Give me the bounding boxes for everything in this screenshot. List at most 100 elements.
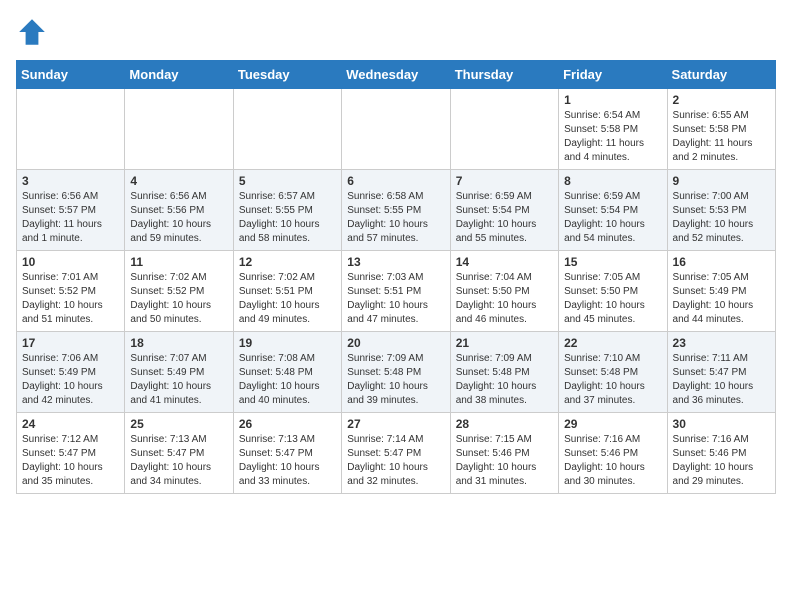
logo (16, 16, 52, 48)
day-number: 8 (564, 174, 661, 188)
day-info: Sunrise: 7:07 AM Sunset: 5:49 PM Dayligh… (130, 352, 227, 408)
day-number: 2 (673, 93, 770, 107)
day-info: Sunrise: 7:16 AM Sunset: 5:46 PM Dayligh… (673, 433, 770, 489)
day-info: Sunrise: 6:57 AM Sunset: 5:55 PM Dayligh… (239, 190, 336, 246)
calendar-body: 1Sunrise: 6:54 AM Sunset: 5:58 PM Daylig… (17, 89, 776, 494)
calendar-cell: 15Sunrise: 7:05 AM Sunset: 5:50 PM Dayli… (559, 251, 667, 332)
day-info: Sunrise: 7:13 AM Sunset: 5:47 PM Dayligh… (239, 433, 336, 489)
calendar-week-0: 1Sunrise: 6:54 AM Sunset: 5:58 PM Daylig… (17, 89, 776, 170)
day-info: Sunrise: 7:05 AM Sunset: 5:49 PM Dayligh… (673, 271, 770, 327)
calendar-cell: 25Sunrise: 7:13 AM Sunset: 5:47 PM Dayli… (125, 413, 233, 494)
calendar-cell: 7 Sunrise: 6:59 AM Sunset: 5:54 PM Daylig… (450, 170, 558, 251)
day-number: 4 (130, 174, 227, 188)
day-info: Sunrise: 7:15 AM Sunset: 5:46 PM Dayligh… (456, 433, 553, 489)
calendar-cell: 6 Sunrise: 6:58 AM Sunset: 5:55 PM Daylig… (342, 170, 450, 251)
day-number: 17 (22, 336, 119, 350)
day-info: Sunrise: 7:02 AM Sunset: 5:52 PM Dayligh… (130, 271, 227, 327)
day-number: 10 (22, 255, 119, 269)
calendar-cell (125, 89, 233, 170)
calendar-cell (450, 89, 558, 170)
day-number: 18 (130, 336, 227, 350)
day-info: Sunrise: 7:01 AM Sunset: 5:52 PM Dayligh… (22, 271, 119, 327)
day-info: Sunrise: 6:58 AM Sunset: 5:55 PM Dayligh… (347, 190, 444, 246)
day-info: Sunrise: 7:09 AM Sunset: 5:48 PM Dayligh… (456, 352, 553, 408)
weekday-saturday: Saturday (667, 61, 775, 89)
weekday-sunday: Sunday (17, 61, 125, 89)
calendar-cell (233, 89, 341, 170)
day-info: Sunrise: 6:59 AM Sunset: 5:54 PM Dayligh… (456, 190, 553, 246)
calendar-cell: 8 Sunrise: 6:59 AM Sunset: 5:54 PM Daylig… (559, 170, 667, 251)
calendar-cell: 27 Sunrise: 7:14 AM Sunset: 5:47 PM Dayli… (342, 413, 450, 494)
calendar-cell: 19Sunrise: 7:08 AM Sunset: 5:48 PM Dayli… (233, 332, 341, 413)
day-number: 19 (239, 336, 336, 350)
day-number: 21 (456, 336, 553, 350)
day-number: 26 (239, 417, 336, 431)
weekday-friday: Friday (559, 61, 667, 89)
day-number: 11 (130, 255, 227, 269)
day-info: Sunrise: 7:13 AM Sunset: 5:47 PM Dayligh… (130, 433, 227, 489)
day-number: 6 (347, 174, 444, 188)
calendar-cell: 5 Sunrise: 6:57 AM Sunset: 5:55 PM Daylig… (233, 170, 341, 251)
calendar-cell: 23 Sunrise: 7:11 AM Sunset: 5:47 PM Dayli… (667, 332, 775, 413)
day-info: Sunrise: 7:12 AM Sunset: 5:47 PM Dayligh… (22, 433, 119, 489)
day-info: Sunrise: 6:54 AM Sunset: 5:58 PM Dayligh… (564, 109, 661, 165)
day-info: Sunrise: 7:10 AM Sunset: 5:48 PM Dayligh… (564, 352, 661, 408)
calendar-cell: 26 Sunrise: 7:13 AM Sunset: 5:47 PM Dayli… (233, 413, 341, 494)
calendar-cell: 9Sunrise: 7:00 AM Sunset: 5:53 PM Daylig… (667, 170, 775, 251)
calendar-cell (17, 89, 125, 170)
calendar-cell: 28 Sunrise: 7:15 AM Sunset: 5:46 PM Dayli… (450, 413, 558, 494)
weekday-header-row: SundayMondayTuesdayWednesdayThursdayFrid… (17, 61, 776, 89)
day-number: 24 (22, 417, 119, 431)
day-info: Sunrise: 7:11 AM Sunset: 5:47 PM Dayligh… (673, 352, 770, 408)
day-number: 3 (22, 174, 119, 188)
calendar-cell: 14Sunrise: 7:04 AM Sunset: 5:50 PM Dayli… (450, 251, 558, 332)
calendar: SundayMondayTuesdayWednesdayThursdayFrid… (16, 60, 776, 494)
calendar-cell: 11 Sunrise: 7:02 AM Sunset: 5:52 PM Dayli… (125, 251, 233, 332)
day-info: Sunrise: 6:56 AM Sunset: 5:56 PM Dayligh… (130, 190, 227, 246)
weekday-monday: Monday (125, 61, 233, 89)
calendar-cell: 4 Sunrise: 6:56 AM Sunset: 5:56 PM Daylig… (125, 170, 233, 251)
day-info: Sunrise: 7:09 AM Sunset: 5:48 PM Dayligh… (347, 352, 444, 408)
day-info: Sunrise: 7:00 AM Sunset: 5:53 PM Dayligh… (673, 190, 770, 246)
day-number: 27 (347, 417, 444, 431)
day-number: 13 (347, 255, 444, 269)
weekday-wednesday: Wednesday (342, 61, 450, 89)
weekday-thursday: Thursday (450, 61, 558, 89)
day-info: Sunrise: 6:55 AM Sunset: 5:58 PM Dayligh… (673, 109, 770, 165)
calendar-cell: 18 Sunrise: 7:07 AM Sunset: 5:49 PM Dayli… (125, 332, 233, 413)
calendar-week-1: 3 Sunrise: 6:56 AM Sunset: 5:57 PM Daylig… (17, 170, 776, 251)
calendar-cell: 16 Sunrise: 7:05 AM Sunset: 5:49 PM Dayli… (667, 251, 775, 332)
calendar-cell: 2 Sunrise: 6:55 AM Sunset: 5:58 PM Daylig… (667, 89, 775, 170)
calendar-cell: 3 Sunrise: 6:56 AM Sunset: 5:57 PM Daylig… (17, 170, 125, 251)
day-info: Sunrise: 7:14 AM Sunset: 5:47 PM Dayligh… (347, 433, 444, 489)
day-number: 30 (673, 417, 770, 431)
calendar-week-3: 17Sunrise: 7:06 AM Sunset: 5:49 PM Dayli… (17, 332, 776, 413)
day-info: Sunrise: 6:56 AM Sunset: 5:57 PM Dayligh… (22, 190, 119, 246)
day-number: 28 (456, 417, 553, 431)
day-info: Sunrise: 7:03 AM Sunset: 5:51 PM Dayligh… (347, 271, 444, 327)
day-number: 14 (456, 255, 553, 269)
day-number: 5 (239, 174, 336, 188)
calendar-cell: 24 Sunrise: 7:12 AM Sunset: 5:47 PM Dayli… (17, 413, 125, 494)
day-number: 15 (564, 255, 661, 269)
calendar-cell: 30 Sunrise: 7:16 AM Sunset: 5:46 PM Dayli… (667, 413, 775, 494)
page-header (16, 16, 776, 48)
day-number: 22 (564, 336, 661, 350)
day-number: 23 (673, 336, 770, 350)
day-number: 12 (239, 255, 336, 269)
calendar-cell: 13 Sunrise: 7:03 AM Sunset: 5:51 PM Dayli… (342, 251, 450, 332)
calendar-cell: 1Sunrise: 6:54 AM Sunset: 5:58 PM Daylig… (559, 89, 667, 170)
day-number: 20 (347, 336, 444, 350)
day-number: 16 (673, 255, 770, 269)
calendar-cell: 10 Sunrise: 7:01 AM Sunset: 5:52 PM Dayli… (17, 251, 125, 332)
calendar-header: SundayMondayTuesdayWednesdayThursdayFrid… (17, 61, 776, 89)
calendar-cell (342, 89, 450, 170)
calendar-week-2: 10 Sunrise: 7:01 AM Sunset: 5:52 PM Dayli… (17, 251, 776, 332)
day-number: 29 (564, 417, 661, 431)
day-info: Sunrise: 6:59 AM Sunset: 5:54 PM Dayligh… (564, 190, 661, 246)
calendar-cell: 20 Sunrise: 7:09 AM Sunset: 5:48 PM Dayli… (342, 332, 450, 413)
day-info: Sunrise: 7:16 AM Sunset: 5:46 PM Dayligh… (564, 433, 661, 489)
day-number: 7 (456, 174, 553, 188)
calendar-cell: 22 Sunrise: 7:10 AM Sunset: 5:48 PM Dayli… (559, 332, 667, 413)
logo-icon (16, 16, 48, 48)
